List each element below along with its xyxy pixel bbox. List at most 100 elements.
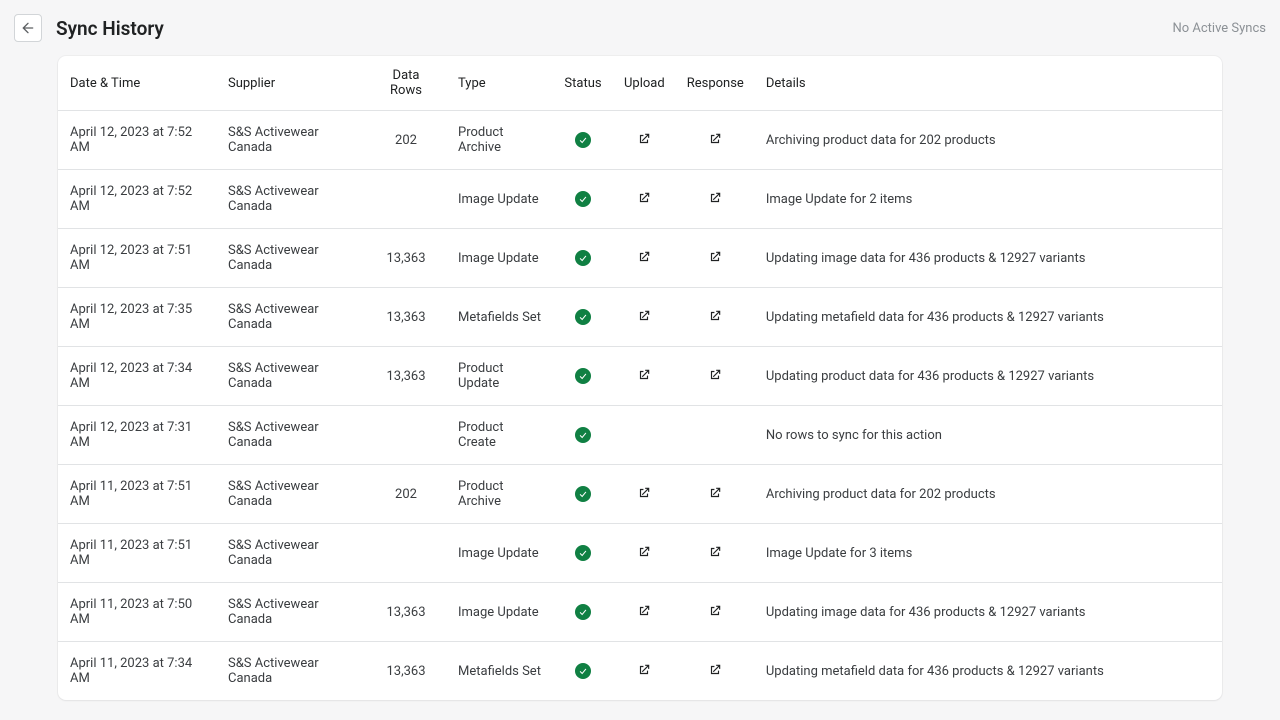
response-link-icon[interactable] [707, 367, 723, 383]
col-header-rows: Data Rows [364, 56, 446, 111]
cell-datetime: April 11, 2023 at 7:51 AM [58, 524, 216, 583]
cell-type: Image Update [446, 583, 552, 642]
upload-link-icon[interactable] [636, 544, 652, 560]
response-link-icon[interactable] [707, 308, 723, 324]
check-circle-icon [575, 368, 591, 384]
cell-type: Image Update [446, 170, 552, 229]
cell-supplier: S&S Activewear Canada [216, 170, 364, 229]
cell-datetime: April 12, 2023 at 7:34 AM [58, 347, 216, 406]
cell-response [675, 642, 754, 701]
cell-details: Updating image data for 436 products & 1… [754, 229, 1222, 288]
upload-link-icon[interactable] [636, 308, 652, 324]
cell-upload [612, 170, 675, 229]
cell-status [552, 111, 612, 170]
check-circle-icon [575, 309, 591, 325]
table-row: April 11, 2023 at 7:51 AMS&S Activewear … [58, 465, 1222, 524]
cell-status [552, 642, 612, 701]
cell-rows [364, 406, 446, 465]
cell-type: Metafields Set [446, 642, 552, 701]
col-header-type: Type [446, 56, 552, 111]
cell-type: Product Archive [446, 111, 552, 170]
response-link-icon[interactable] [707, 485, 723, 501]
cell-supplier: S&S Activewear Canada [216, 583, 364, 642]
cell-details: Updating metafield data for 436 products… [754, 642, 1222, 701]
table-row: April 12, 2023 at 7:51 AMS&S Activewear … [58, 229, 1222, 288]
cell-supplier: S&S Activewear Canada [216, 465, 364, 524]
response-link-icon[interactable] [707, 544, 723, 560]
cell-rows [364, 524, 446, 583]
table-row: April 12, 2023 at 7:34 AMS&S Activewear … [58, 347, 1222, 406]
cell-supplier: S&S Activewear Canada [216, 524, 364, 583]
cell-rows: 13,363 [364, 642, 446, 701]
response-link-icon[interactable] [707, 190, 723, 206]
upload-link-icon[interactable] [636, 131, 652, 147]
col-header-response: Response [675, 56, 754, 111]
back-button[interactable] [14, 14, 42, 42]
cell-datetime: April 12, 2023 at 7:31 AM [58, 406, 216, 465]
check-circle-icon [575, 132, 591, 148]
cell-upload [612, 229, 675, 288]
table-row: April 11, 2023 at 7:34 AMS&S Activewear … [58, 642, 1222, 701]
check-circle-icon [575, 427, 591, 443]
cell-status [552, 465, 612, 524]
cell-supplier: S&S Activewear Canada [216, 111, 364, 170]
cell-details: No rows to sync for this action [754, 406, 1222, 465]
check-circle-icon [575, 604, 591, 620]
cell-rows [364, 170, 446, 229]
cell-response [675, 229, 754, 288]
cell-details: Archiving product data for 202 products [754, 111, 1222, 170]
cell-response [675, 583, 754, 642]
cell-status [552, 170, 612, 229]
upload-link-icon[interactable] [636, 249, 652, 265]
upload-link-icon[interactable] [636, 485, 652, 501]
cell-details: Updating metafield data for 436 products… [754, 288, 1222, 347]
cell-type: Product Create [446, 406, 552, 465]
cell-datetime: April 11, 2023 at 7:50 AM [58, 583, 216, 642]
cell-status [552, 583, 612, 642]
cell-status [552, 288, 612, 347]
upload-link-icon[interactable] [636, 367, 652, 383]
col-header-details: Details [754, 56, 1222, 111]
cell-rows: 13,363 [364, 229, 446, 288]
cell-upload [612, 465, 675, 524]
cell-response [675, 406, 754, 465]
response-link-icon[interactable] [707, 603, 723, 619]
cell-response [675, 170, 754, 229]
table-row: April 11, 2023 at 7:51 AMS&S Activewear … [58, 524, 1222, 583]
cell-details: Archiving product data for 202 products [754, 465, 1222, 524]
cell-response [675, 524, 754, 583]
table-row: April 12, 2023 at 7:52 AMS&S Activewear … [58, 111, 1222, 170]
cell-upload [612, 111, 675, 170]
cell-datetime: April 11, 2023 at 7:34 AM [58, 642, 216, 701]
cell-details: Image Update for 3 items [754, 524, 1222, 583]
response-link-icon[interactable] [707, 131, 723, 147]
cell-supplier: S&S Activewear Canada [216, 347, 364, 406]
upload-link-icon[interactable] [636, 190, 652, 206]
arrow-left-icon [20, 20, 36, 36]
cell-datetime: April 11, 2023 at 7:51 AM [58, 465, 216, 524]
sync-history-table: Date & Time Supplier Data Rows Type Stat… [58, 56, 1222, 700]
check-circle-icon [575, 486, 591, 502]
col-header-datetime: Date & Time [58, 56, 216, 111]
response-link-icon[interactable] [707, 662, 723, 678]
table-row: April 11, 2023 at 7:50 AMS&S Activewear … [58, 583, 1222, 642]
cell-response [675, 465, 754, 524]
cell-supplier: S&S Activewear Canada [216, 642, 364, 701]
cell-status [552, 524, 612, 583]
cell-datetime: April 12, 2023 at 7:35 AM [58, 288, 216, 347]
sync-status-text: No Active Syncs [1172, 21, 1266, 36]
cell-status [552, 229, 612, 288]
cell-supplier: S&S Activewear Canada [216, 229, 364, 288]
cell-rows: 13,363 [364, 583, 446, 642]
upload-link-icon[interactable] [636, 603, 652, 619]
cell-supplier: S&S Activewear Canada [216, 406, 364, 465]
table-row: April 12, 2023 at 7:31 AMS&S Activewear … [58, 406, 1222, 465]
cell-type: Metafields Set [446, 288, 552, 347]
cell-response [675, 347, 754, 406]
col-header-supplier: Supplier [216, 56, 364, 111]
upload-link-icon[interactable] [636, 662, 652, 678]
cell-status [552, 347, 612, 406]
response-link-icon[interactable] [707, 249, 723, 265]
check-circle-icon [575, 663, 591, 679]
page-header: Sync History No Active Syncs [0, 14, 1280, 56]
